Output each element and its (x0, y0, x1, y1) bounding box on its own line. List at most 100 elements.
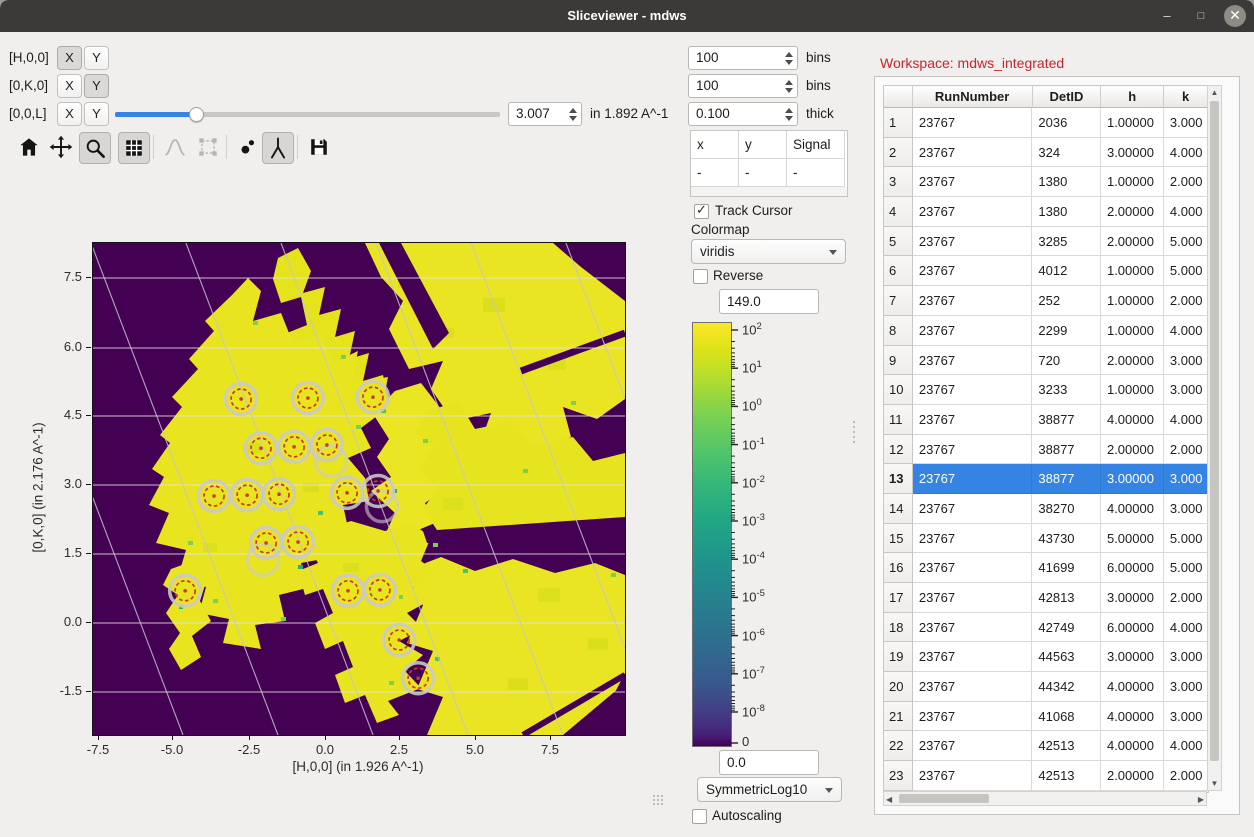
table-cell[interactable]: 23767 (913, 167, 1032, 197)
table-cell[interactable]: 44563 (1032, 642, 1101, 672)
table-cell[interactable]: 3.000 (1164, 702, 1208, 732)
colorbar-max-input[interactable]: 149.0 (719, 289, 819, 314)
grid-lines-button[interactable] (118, 132, 150, 164)
dim-h-y-button[interactable]: Y (84, 46, 109, 70)
table-cell[interactable]: 42813 (1032, 583, 1101, 613)
slice-spin-arrows[interactable] (564, 103, 581, 125)
zoom-button[interactable] (79, 132, 111, 164)
table-cell[interactable]: 1.00000 (1101, 256, 1164, 286)
table-cell[interactable]: 4.00000 (1101, 702, 1164, 732)
table-row[interactable]: 1623767416996.000005.000 (884, 553, 1208, 583)
table-row[interactable]: 1923767445633.000003.000 (884, 642, 1208, 672)
table-cell[interactable]: 23767 (913, 494, 1032, 524)
dim-k-y-button[interactable]: Y (84, 74, 109, 98)
table-cell[interactable]: 23767 (913, 375, 1032, 405)
table-cell[interactable]: 23767 (913, 256, 1032, 286)
row-header[interactable]: 3 (884, 167, 913, 197)
table-row[interactable]: 62376740121.000005.000 (884, 256, 1208, 286)
row-header[interactable]: 11 (884, 405, 913, 435)
table-cell[interactable]: 23767 (913, 553, 1032, 583)
x-bins-spinbox[interactable]: 100 (688, 46, 798, 70)
table-cell[interactable]: 38270 (1032, 494, 1101, 524)
column-header-runnumber[interactable]: RunNumber (913, 86, 1033, 108)
table-cell[interactable]: 4.000 (1164, 316, 1208, 346)
row-header[interactable]: 1 (884, 108, 913, 138)
table-cell[interactable]: 2.000 (1164, 761, 1208, 791)
row-header[interactable]: 19 (884, 642, 913, 672)
table-cell[interactable]: 252 (1032, 286, 1101, 316)
table-hscrollbar[interactable]: ◀ ▶ (883, 791, 1207, 806)
table-cell[interactable]: 23767 (913, 731, 1032, 761)
table-cell[interactable]: 23767 (913, 138, 1032, 168)
pan-button[interactable] (46, 132, 76, 162)
table-cell[interactable]: 2.000 (1164, 286, 1208, 316)
table-row[interactable]: 52376732852.000005.000 (884, 227, 1208, 257)
row-header[interactable]: 2 (884, 138, 913, 168)
table-row[interactable]: 102376732331.000003.000 (884, 375, 1208, 405)
table-row[interactable]: 1123767388774.000004.000 (884, 405, 1208, 435)
table-row[interactable]: 1523767437305.000005.000 (884, 524, 1208, 554)
row-header[interactable]: 8 (884, 316, 913, 346)
table-row[interactable]: 2123767410684.000003.000 (884, 702, 1208, 732)
table-cell[interactable]: 2.00000 (1101, 435, 1164, 465)
thickness-spinbox[interactable]: 0.100 (688, 102, 798, 126)
table-cell[interactable]: 5.00000 (1101, 524, 1164, 554)
table-vscrollbar[interactable]: ▲ ▼ (1207, 85, 1222, 791)
resize-grip[interactable] (653, 795, 665, 807)
row-header[interactable]: 10 (884, 375, 913, 405)
table-cell[interactable]: 38877 (1032, 435, 1101, 465)
table-cell[interactable]: 3.000 (1164, 494, 1208, 524)
table-row[interactable]: 2237673243.000004.000 (884, 138, 1208, 168)
table-cell[interactable]: 23767 (913, 435, 1032, 465)
table-cell[interactable]: 1.00000 (1101, 108, 1164, 138)
table-cell[interactable]: 23767 (913, 524, 1032, 554)
table-cell[interactable]: 6.00000 (1101, 613, 1164, 643)
table-cell[interactable]: 6.00000 (1101, 553, 1164, 583)
table-row[interactable]: 2323767425132.000002.000 (884, 761, 1208, 791)
splitter-handle[interactable] (853, 421, 855, 443)
table-cell[interactable]: 23767 (913, 227, 1032, 257)
table-cell[interactable]: 4.00000 (1101, 405, 1164, 435)
table-cell[interactable]: 3.000 (1164, 346, 1208, 376)
table-cell[interactable]: 720 (1032, 346, 1101, 376)
row-header[interactable]: 23 (884, 761, 913, 791)
table-cell[interactable]: 3.000 (1164, 672, 1208, 702)
table-cell[interactable]: 3.000 (1164, 375, 1208, 405)
title-bar[interactable]: Sliceviewer - mdws – □ ✕ (0, 0, 1254, 32)
scroll-right-icon[interactable]: ▶ (1198, 795, 1204, 804)
table-cell[interactable]: 2.000 (1164, 435, 1208, 465)
table-row[interactable]: 2223767425134.000004.000 (884, 731, 1208, 761)
table-cell[interactable]: 23767 (913, 197, 1032, 227)
row-header[interactable]: 4 (884, 197, 913, 227)
table-cell[interactable]: 23767 (913, 286, 1032, 316)
row-header[interactable]: 21 (884, 702, 913, 732)
row-header[interactable]: 6 (884, 256, 913, 286)
table-row[interactable]: 1723767428133.000002.000 (884, 583, 1208, 613)
table-cell[interactable]: 23767 (913, 316, 1032, 346)
y-bins-spinbox[interactable]: 100 (688, 74, 798, 98)
row-header[interactable]: 15 (884, 524, 913, 554)
table-row[interactable]: 82376722991.000004.000 (884, 316, 1208, 346)
peaks-table[interactable]: RunNumberDetIDhk12376720361.000003.00022… (883, 85, 1209, 793)
home-button[interactable] (14, 132, 44, 162)
slice-value-spinbox[interactable]: 3.007 (508, 102, 582, 126)
row-header[interactable]: 12 (884, 435, 913, 465)
x-bins-arrows[interactable] (780, 47, 797, 69)
close-icon[interactable]: ✕ (1224, 5, 1246, 27)
table-cell[interactable]: 3285 (1032, 227, 1101, 257)
table-cell[interactable]: 23767 (913, 108, 1032, 138)
column-header-h[interactable]: h (1101, 86, 1164, 108)
table-cell[interactable]: 5.000 (1164, 227, 1208, 257)
table-cell[interactable]: 4.000 (1164, 197, 1208, 227)
reverse-checkbox[interactable] (693, 269, 708, 284)
dim-k-x-button[interactable]: X (57, 74, 82, 98)
table-cell[interactable]: 23767 (913, 405, 1032, 435)
table-cell[interactable]: 3.00000 (1101, 642, 1164, 672)
table-cell[interactable]: 1.00000 (1101, 375, 1164, 405)
table-row[interactable]: 7237672521.000002.000 (884, 286, 1208, 316)
table-cell[interactable]: 42749 (1032, 613, 1101, 643)
table-cell[interactable]: 38877 (1032, 464, 1101, 494)
table-cell[interactable]: 4.00000 (1101, 494, 1164, 524)
table-cell[interactable]: 23767 (913, 583, 1032, 613)
table-cell[interactable]: 4.00000 (1101, 672, 1164, 702)
